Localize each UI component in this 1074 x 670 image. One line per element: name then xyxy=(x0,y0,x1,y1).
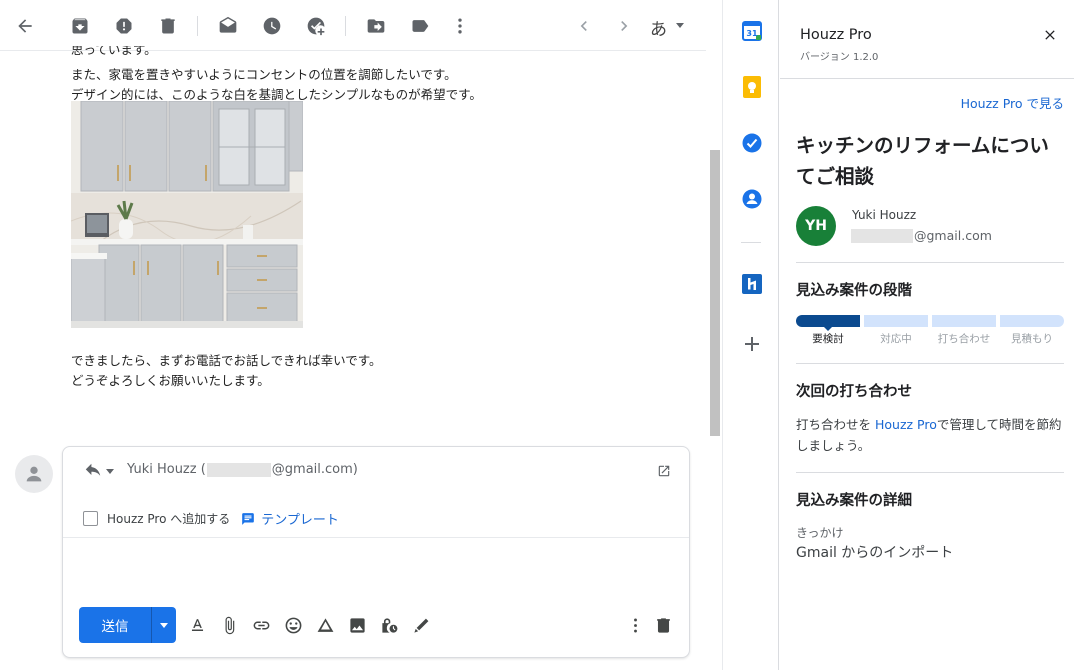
insert-photo-icon[interactable] xyxy=(347,615,367,635)
signature-icon[interactable] xyxy=(411,615,431,635)
details-heading: 見込み案件の詳細 xyxy=(796,493,912,509)
panel-header-divider xyxy=(780,78,1074,79)
contact-email: @gmail.com xyxy=(850,228,992,243)
toolbar-separator xyxy=(197,16,198,36)
message-line-partial: 思っています。 xyxy=(71,46,157,57)
stage-label: 対応中 xyxy=(880,333,912,345)
stage-label: 要検討 xyxy=(812,333,844,345)
panel-title: Houzz Pro xyxy=(800,27,872,43)
pop-out-icon[interactable] xyxy=(657,463,671,477)
attach-icon[interactable] xyxy=(219,615,239,635)
newer-icon[interactable] xyxy=(573,15,595,37)
report-spam-icon[interactable] xyxy=(113,15,135,37)
input-method-label[interactable]: あ xyxy=(650,15,667,40)
stage-heading: 見込み案件の段階 xyxy=(796,283,912,299)
drive-icon[interactable] xyxy=(315,615,335,635)
houzz-icon[interactable] xyxy=(741,273,763,295)
trigger-label: きっかけ xyxy=(796,526,844,540)
meeting-text: 打ち合わせを Houzz Proで管理して時間を節約しましょう。 xyxy=(796,414,1066,456)
back-icon[interactable] xyxy=(14,15,36,37)
send-button-group: 送信 xyxy=(79,607,176,643)
recipient-name: Yuki Houzz ( xyxy=(127,462,206,477)
addon-rail: 31 xyxy=(722,0,779,670)
snooze-icon[interactable] xyxy=(261,15,283,37)
scrollbar-thumb[interactable] xyxy=(710,150,720,436)
section-divider xyxy=(796,472,1064,473)
rail-separator xyxy=(741,242,761,243)
stage-segment[interactable] xyxy=(864,315,928,327)
section-divider xyxy=(796,363,1064,364)
reply-icon[interactable] xyxy=(83,463,103,479)
message-closing: できましたら、まずお電話でお話しできれば幸いです。 どうぞよろしくお願いいたしま… xyxy=(71,351,382,391)
send-button[interactable]: 送信 xyxy=(79,607,151,643)
svg-text:31: 31 xyxy=(746,29,758,38)
keep-icon[interactable] xyxy=(741,76,763,98)
link-icon[interactable] xyxy=(251,615,271,635)
panel-version: バージョン 1.2.0 xyxy=(800,52,879,63)
lead-subject: キッチンのリフォームについてご相談 xyxy=(796,134,1049,188)
add-to-houzz-checkbox[interactable] xyxy=(83,511,98,526)
archive-icon[interactable] xyxy=(69,15,91,37)
contact-avatar: YH xyxy=(796,206,836,246)
chevron-down-icon[interactable] xyxy=(106,469,114,474)
recipient-domain: @gmail.com) xyxy=(271,462,358,477)
contacts-icon[interactable] xyxy=(741,188,763,210)
template-icon[interactable] xyxy=(241,512,255,526)
message-line: どうぞよろしくお願いいたします。 xyxy=(71,373,270,388)
add-to-houzz-label: Houzz Pro へ追加する xyxy=(107,512,231,526)
houzz-pro-link[interactable]: Houzz Pro xyxy=(875,417,937,432)
message-line: できましたら、まずお電話でお話しできれば幸いです。 xyxy=(71,353,382,368)
compose-divider xyxy=(63,537,689,538)
older-icon[interactable] xyxy=(613,15,635,37)
stage-segment[interactable] xyxy=(932,315,996,327)
stage-label: 見積もり xyxy=(1011,333,1053,345)
houzz-panel: Houzz Pro バージョン 1.2.0 Houzz Pro で見る キッチン… xyxy=(780,0,1074,670)
label-icon[interactable] xyxy=(409,15,431,37)
person-icon xyxy=(26,466,42,482)
section-divider xyxy=(796,262,1064,263)
discard-draft-icon[interactable] xyxy=(653,615,673,635)
emoji-icon[interactable] xyxy=(283,615,303,635)
contact-name: Yuki Houzz xyxy=(852,208,917,222)
toolbar-separator xyxy=(345,16,346,36)
trigger-value: Gmail からのインポート xyxy=(796,545,954,561)
stage-pointer xyxy=(823,326,833,331)
tasks-icon[interactable] xyxy=(741,132,763,154)
more-vert-icon[interactable] xyxy=(449,15,471,37)
confidential-mode-icon[interactable] xyxy=(379,615,399,635)
format-text-icon[interactable] xyxy=(187,615,207,635)
message-toolbar: あ xyxy=(0,0,722,52)
close-icon[interactable] xyxy=(1042,27,1058,43)
delete-icon[interactable] xyxy=(157,15,179,37)
redacted-block xyxy=(851,228,913,243)
move-to-icon[interactable] xyxy=(365,15,387,37)
add-task-icon[interactable] xyxy=(305,15,327,37)
addon-row: Houzz Pro へ追加する テンプレート xyxy=(83,509,339,528)
stage-label: 打ち合わせ xyxy=(937,333,991,345)
reply-recipient[interactable]: Yuki Houzz ( @gmail.com) xyxy=(127,462,358,477)
template-link[interactable]: テンプレート xyxy=(261,509,339,528)
contact-email-domain: @gmail.com xyxy=(914,228,992,243)
chevron-down-icon[interactable] xyxy=(676,23,684,28)
message-line: また、家電を置きやすいようにコンセントの位置を調節したいです。 xyxy=(71,67,457,82)
kitchen-photo xyxy=(71,101,303,328)
calendar-icon[interactable]: 31 xyxy=(741,20,763,42)
mark-unread-icon[interactable] xyxy=(217,15,239,37)
redacted-block xyxy=(206,462,271,477)
message-body: 思っています。 また、家電を置きやすいようにコンセントの位置を調節したいです。 … xyxy=(71,46,691,104)
stage-segment[interactable] xyxy=(1000,315,1064,327)
meeting-heading: 次回の打ち合わせ xyxy=(796,384,912,400)
more-options-icon[interactable] xyxy=(625,615,645,635)
send-options-button[interactable] xyxy=(151,607,176,643)
add-icon[interactable] xyxy=(741,333,763,355)
meeting-text-pre: 打ち合わせを xyxy=(796,417,875,432)
reply-compose: Yuki Houzz ( @gmail.com) Houzz Pro へ追加する… xyxy=(62,446,690,658)
view-in-houzz-link[interactable]: Houzz Pro で見る xyxy=(961,93,1064,112)
avatar xyxy=(15,455,53,493)
chevron-down-icon xyxy=(160,622,168,628)
